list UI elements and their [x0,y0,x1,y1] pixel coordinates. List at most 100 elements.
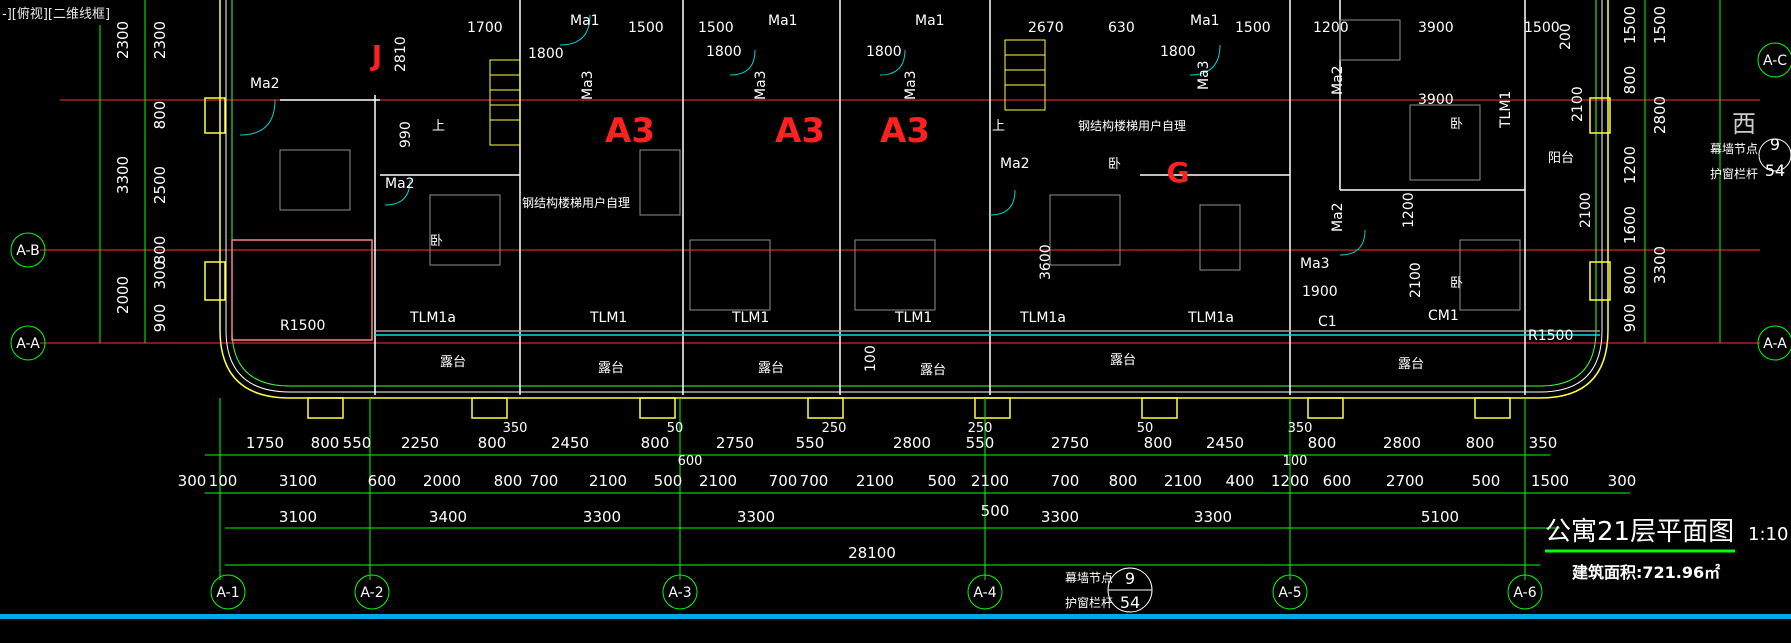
axis-label-bottom: A-5 [1278,585,1301,601]
dimension-text: 2750 [1051,434,1089,452]
dimension-text-right: 1500 [1621,6,1639,44]
dimension-text: 5100 [1421,508,1459,526]
room-tag: Ma2 [1330,65,1346,95]
interior-dimension: 100 [863,345,879,372]
interior-dimension: 2100 [1408,262,1424,298]
dimension-text: 600 [1323,472,1352,490]
dimension-text: 3400 [429,508,467,526]
dimension-text: 550 [966,434,995,452]
axis-label-bottom: A-1 [216,585,239,601]
unit-label: J [370,39,382,72]
dimension-text-right: 900 [1621,304,1639,333]
interior-dimension: 1500 [1524,20,1560,36]
interior-dimension: 3900 [1418,20,1454,36]
dimension-text-small: 50 [1137,421,1154,436]
room-tag: Ma3 [1196,60,1212,90]
annotation-note: 护窗栏杆 [1710,166,1758,181]
dimension-text: 800 [1109,472,1138,490]
interior-dimension: 2670 [1028,20,1064,36]
dimension-text: 3100 [279,472,317,490]
dimension-text: 800 [641,434,670,452]
room-name: 卧 [430,234,443,249]
viewport-label[interactable]: -][俯视][二维线框] [0,0,113,25]
interior-dimension: 2100 [1578,192,1594,228]
room-name: 卧 [1450,117,1463,132]
dimension-text-small: 100 [1283,454,1308,469]
dimension-text: 3100 [279,508,317,526]
room-tag-texts: Ma2 Ma2 Ma1 Ma1 Ma1 Ma1 Ma3 Ma3 Ma3 Ma3 Ma2 Ma2 Ma2 M… [250,13,1573,344]
interior-dimension: 1900 [1302,284,1338,300]
interior-dimension: 1800 [528,46,564,62]
room-tag: R1500 [280,318,325,334]
room-name: 露台 [1398,357,1424,372]
interior-dimension: 990 [398,121,414,148]
dimension-text-left: 2000 [114,276,132,314]
dimension-text: 2450 [551,434,589,452]
room-tag: Ma1 [570,13,600,29]
unit-label: G [1167,156,1190,189]
dimension-text: 300 [178,472,207,490]
detail-ref-sheet: 54 [1120,593,1140,612]
axis-label-bottom: A-6 [1513,585,1536,601]
room-tag: C1 [1318,314,1337,330]
dimension-text-right: 2800 [1651,96,1669,134]
interior-dimension: 1500 [1235,20,1271,36]
dimension-total: 28100 [848,544,896,562]
dimension-text: 2450 [1206,434,1244,452]
room-name: 卧 [1108,157,1121,172]
room-name: 露台 [920,363,946,378]
dimension-text: 2700 [1386,472,1424,490]
stair-left [489,59,521,146]
dimension-text: 2800 [1383,434,1421,452]
room-tag: TLM1a [1187,310,1234,326]
interior-dimension: 3900 [1418,92,1454,108]
status-bar [0,614,1791,619]
room-tag: CM1 [1428,308,1459,324]
unit-label: A3 [775,111,825,151]
dimension-text-left: 2500 [151,166,169,204]
room-tag: TLM1 [731,310,769,326]
room-tag: Ma2 [385,176,415,192]
interior-dimension: 1500 [698,20,734,36]
room-tag: R1500 [1528,328,1573,344]
dimension-text: 2100 [1164,472,1202,490]
room-tag: TLM1 [1498,91,1514,129]
detail-ref-sheet: 54 [1765,161,1785,180]
room-name: 卧 [1450,276,1463,291]
interior-dimension: 1500 [628,20,664,36]
dimension-text: 300 [1608,472,1637,490]
dimension-text: 3300 [583,508,621,526]
interior-dimension: 3600 [1038,244,1054,280]
room-name: 露台 [758,361,784,376]
detail-ref-number: 9 [1770,135,1780,154]
interior-dimension: 1800 [866,44,902,60]
dimension-text-right: 1500 [1651,6,1669,44]
dimension-text-left: 800 [151,236,169,265]
dimension-text: 550 [343,434,372,452]
dimension-text: 800 [494,472,523,490]
axis-label-bottom: A-2 [360,585,383,601]
interior-dimension: 1200 [1313,20,1349,36]
dimension-text: 2100 [856,472,894,490]
dimension-text-left: 2300 [151,21,169,59]
room-tag: Ma1 [1190,13,1220,29]
dimension-text-left: 2300 [114,21,132,59]
dimension-text: 400 [1226,472,1255,490]
dimension-text: 100 [209,472,238,490]
drawing-scale: 1:10 [1748,524,1788,545]
room-tag: Ma3 [1300,256,1330,272]
cad-drawing-canvas[interactable]: A-1 A-2 A-3 A-4 A-5 A-6A-BA-AA-CA-A 1750 800 55… [0,0,1791,643]
dimension-text: 1500 [1531,472,1569,490]
unit-label: A3 [880,111,930,151]
room-name: 阳台 [1548,151,1574,166]
dimension-text-right: 800 [1621,266,1639,295]
dimension-text-right: 800 [1621,66,1639,95]
dimension-text: 2100 [589,472,627,490]
interior-dimension: 1800 [706,44,742,60]
dimension-text: 500 [654,472,683,490]
room-name: 露台 [1110,353,1136,368]
room-name: 露台 [598,361,624,376]
axis-label-left: A-B [16,243,39,259]
dimension-text-small: 350 [503,421,528,436]
interior-dimension: 1200 [1401,192,1417,228]
